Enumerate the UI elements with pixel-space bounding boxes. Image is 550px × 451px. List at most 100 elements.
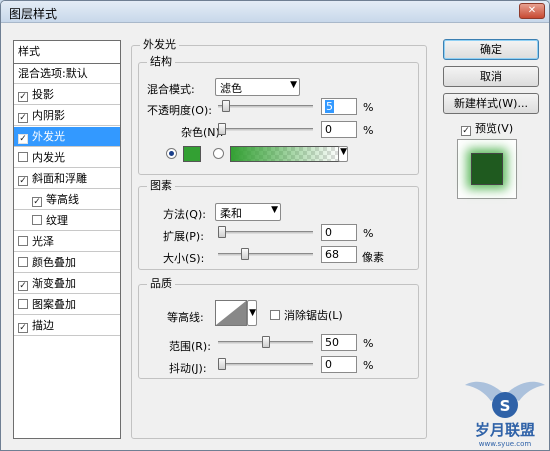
solid-color-radio[interactable] xyxy=(166,148,177,159)
range-slider[interactable] xyxy=(218,336,313,348)
preview-swatch xyxy=(471,153,503,185)
range-slider-thumb[interactable] xyxy=(262,336,270,348)
style-list-label: 外发光 xyxy=(32,130,65,143)
size-input[interactable]: 68 xyxy=(321,246,357,263)
style-list-item[interactable]: 图案叠加 xyxy=(14,295,120,315)
watermark-url: www.syue.com xyxy=(479,440,532,448)
style-list-item[interactable]: ✓ 渐变叠加 xyxy=(14,274,120,294)
watermark-logo: S 岁月联盟 www.syue.com xyxy=(461,371,549,449)
preview-checkbox[interactable]: ✓ 预览(V) xyxy=(461,120,513,136)
contour-dropdown[interactable]: ▼ xyxy=(247,300,257,326)
new-style-button[interactable]: 新建样式(W)... xyxy=(443,93,539,114)
layer-style-dialog: 图层样式 ✕ 样式 混合选项:默认 ✓ 投影 ✓ 内阴影 ✓ 外发光 内发光 ✓ 斜面和浮雕 ✓ 等高… xyxy=(0,0,550,451)
opacity-slider[interactable] xyxy=(218,100,313,112)
style-checkbox[interactable] xyxy=(18,257,28,267)
wings-logo-icon: S 岁月联盟 www.syue.com xyxy=(465,381,545,448)
style-list-label: 混合选项:默认 xyxy=(18,67,88,80)
style-list-item[interactable]: 混合选项:默认 xyxy=(14,64,120,84)
preview-label: 预览(V) xyxy=(475,122,514,135)
svg-text:S: S xyxy=(500,397,511,415)
opacity-percent: % xyxy=(363,101,374,114)
style-list-label: 斜面和浮雕 xyxy=(32,172,87,185)
opacity-input[interactable]: 5 xyxy=(321,98,357,115)
style-checkbox[interactable]: ✓ xyxy=(18,281,28,291)
chevron-down-icon: ▼ xyxy=(271,205,278,215)
jitter-slider[interactable] xyxy=(218,358,313,370)
jitter-input[interactable]: 0 xyxy=(321,356,357,373)
style-list-item[interactable]: 纹理 xyxy=(14,211,120,231)
range-percent: % xyxy=(363,337,374,350)
style-checkbox[interactable]: ✓ xyxy=(18,92,28,102)
style-list-item[interactable]: 内发光 xyxy=(14,148,120,168)
jitter-slider-thumb[interactable] xyxy=(218,358,226,370)
style-list-label: 内发光 xyxy=(32,151,65,164)
jitter-value: 0 xyxy=(325,358,332,371)
contour-label: 等高线: xyxy=(167,311,204,324)
noise-input[interactable]: 0 xyxy=(321,121,357,138)
spread-input[interactable]: 0 xyxy=(321,224,357,241)
style-list-item[interactable]: 光泽 xyxy=(14,232,120,252)
spread-percent: % xyxy=(363,227,374,240)
contour-picker[interactable] xyxy=(215,300,247,326)
jitter-percent: % xyxy=(363,359,374,372)
noise-value: 0 xyxy=(325,123,332,136)
cancel-button[interactable]: 取消 xyxy=(443,66,539,87)
styles-list-header[interactable]: 样式 xyxy=(14,41,120,64)
anti-alias-checkbox-box[interactable] xyxy=(270,310,280,320)
style-checkbox[interactable]: ✓ xyxy=(18,113,28,123)
range-input[interactable]: 50 xyxy=(321,334,357,351)
noise-slider[interactable] xyxy=(218,123,313,135)
blend-mode-select[interactable]: 滤色 ▼ xyxy=(215,78,300,96)
noise-slider-thumb[interactable] xyxy=(218,123,226,135)
style-list-item[interactable]: ✓ 描边 xyxy=(14,316,120,336)
style-checkbox[interactable] xyxy=(18,236,28,246)
size-label: 大小(S): xyxy=(163,252,205,265)
spread-slider-thumb[interactable] xyxy=(218,226,226,238)
glow-color-swatch[interactable] xyxy=(183,146,201,162)
spread-value: 0 xyxy=(325,226,332,239)
jitter-label: 抖动(J): xyxy=(169,362,207,375)
style-checkbox[interactable] xyxy=(18,152,28,162)
spread-label: 扩展(P): xyxy=(163,230,204,243)
style-checkbox[interactable]: ✓ xyxy=(18,176,28,186)
title-bar: 图层样式 ✕ xyxy=(1,1,549,23)
spread-slider[interactable] xyxy=(218,226,313,238)
style-list-item[interactable]: ✓ 投影 xyxy=(14,85,120,105)
style-list-item[interactable]: ✓ 斜面和浮雕 xyxy=(14,169,120,189)
style-preview xyxy=(457,139,517,199)
style-list-item[interactable]: ✓ 外发光 xyxy=(14,127,120,147)
opacity-slider-thumb[interactable] xyxy=(222,100,230,112)
size-unit: 像素 xyxy=(362,251,384,264)
style-list-label: 内阴影 xyxy=(32,109,65,122)
style-list-label: 纹理 xyxy=(46,214,68,227)
style-list-label: 光泽 xyxy=(32,235,54,248)
glow-gradient-picker[interactable] xyxy=(230,146,340,162)
style-checkbox[interactable]: ✓ xyxy=(32,197,42,207)
ok-button[interactable]: 确定 xyxy=(443,39,539,60)
preview-checkbox-box[interactable]: ✓ xyxy=(461,126,471,136)
outer-glow-title: 外发光 xyxy=(140,38,179,52)
method-value: 柔和 xyxy=(220,207,242,220)
blend-mode-value: 滤色 xyxy=(220,82,242,95)
range-label: 范围(R): xyxy=(169,340,211,353)
size-slider[interactable] xyxy=(218,248,313,260)
style-checkbox[interactable] xyxy=(18,299,28,309)
style-checkbox[interactable]: ✓ xyxy=(18,134,28,144)
method-select[interactable]: 柔和 ▼ xyxy=(215,203,281,221)
gradient-dropdown[interactable]: ▼ xyxy=(338,146,348,162)
style-list-label: 颜色叠加 xyxy=(32,256,76,269)
opacity-value: 5 xyxy=(325,100,334,113)
size-slider-thumb[interactable] xyxy=(241,248,249,260)
style-list-item[interactable]: ✓ 等高线 xyxy=(14,190,120,210)
style-list-item[interactable]: ✓ 内阴影 xyxy=(14,106,120,126)
noise-percent: % xyxy=(363,124,374,137)
gradient-radio[interactable] xyxy=(213,148,224,159)
anti-alias-checkbox[interactable]: 消除锯齿(L) xyxy=(270,307,343,323)
style-list-label: 图案叠加 xyxy=(32,298,76,311)
close-icon[interactable]: ✕ xyxy=(519,3,545,19)
style-checkbox[interactable] xyxy=(32,215,42,225)
style-checkbox[interactable]: ✓ xyxy=(18,323,28,333)
style-list-item[interactable]: 颜色叠加 xyxy=(14,253,120,273)
styles-list-panel: 样式 混合选项:默认 ✓ 投影 ✓ 内阴影 ✓ 外发光 内发光 ✓ 斜面和浮雕 ✓ 等高线 纹理 光泽 颜色… xyxy=(13,40,121,439)
blend-mode-label: 混合模式: xyxy=(147,83,195,96)
